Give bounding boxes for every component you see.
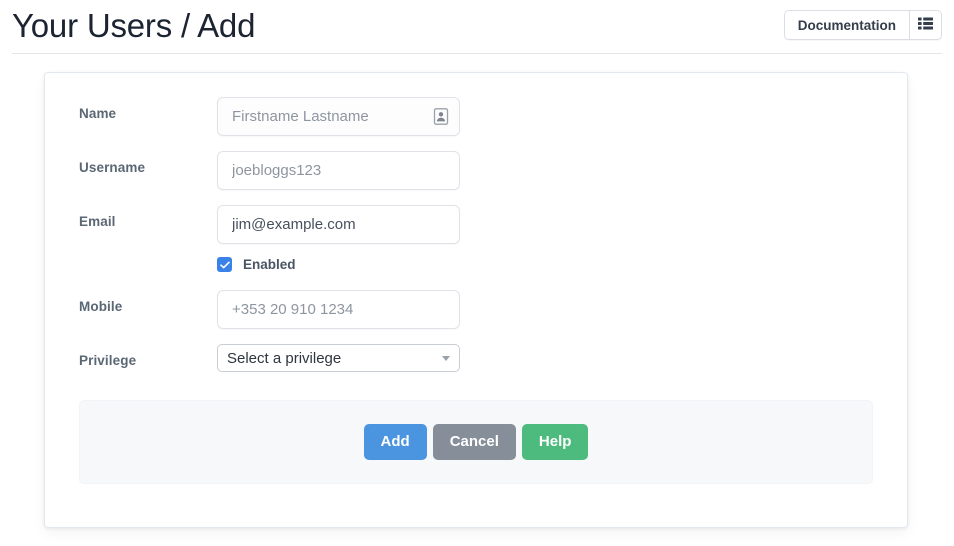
- field-wrapper-email: [217, 205, 460, 244]
- check-icon: [219, 261, 230, 268]
- field-wrapper-name: [217, 97, 460, 136]
- label-mobile: Mobile: [79, 299, 123, 314]
- form-row-email: Email: [79, 205, 873, 244]
- documentation-button-group[interactable]: Documentation: [783, 10, 942, 40]
- page-title: Your Users / Add: [12, 7, 256, 44]
- add-button[interactable]: Add: [363, 424, 427, 460]
- field-wrapper-privilege: Select a privilege: [217, 344, 460, 372]
- email-input[interactable]: [217, 205, 460, 244]
- help-button[interactable]: Help: [521, 424, 589, 460]
- mobile-input[interactable]: [217, 290, 460, 329]
- add-user-card: Name Username: [44, 72, 908, 528]
- form-row-username: Username: [79, 151, 873, 190]
- username-input[interactable]: [217, 151, 460, 190]
- documentation-button[interactable]: Documentation: [784, 11, 909, 39]
- privilege-select-wrapper: Select a privilege: [217, 344, 460, 372]
- card-wrapper: Name Username: [0, 54, 954, 528]
- page-header: Your Users / Add Documentation: [0, 0, 954, 54]
- field-wrapper-username: [217, 151, 460, 190]
- list-view-button[interactable]: [909, 11, 941, 39]
- form-row-privilege: Privilege Select a privilege: [79, 344, 873, 372]
- page-root: Your Users / Add Documentation Name Firs…: [0, 0, 954, 546]
- form-actions-panel: Add Cancel Help: [79, 400, 873, 484]
- label-username: Username: [79, 160, 146, 175]
- list-icon: [918, 17, 933, 33]
- form-row-mobile: Mobile: [79, 290, 873, 329]
- enabled-checkbox-row[interactable]: Enabled: [79, 257, 873, 272]
- label-privilege: Privilege: [79, 353, 137, 368]
- privilege-select[interactable]: Select a privilege: [217, 344, 460, 372]
- label-email: Email: [79, 214, 116, 229]
- header-divider: [12, 53, 942, 54]
- enabled-checkbox[interactable]: [217, 257, 232, 272]
- name-input[interactable]: [217, 97, 460, 136]
- label-name: Name: [79, 106, 117, 121]
- form-row-name: Name: [79, 97, 873, 136]
- field-wrapper-mobile: [217, 290, 460, 329]
- header-actions: Documentation: [783, 10, 942, 40]
- cancel-button[interactable]: Cancel: [432, 424, 516, 460]
- enabled-label: Enabled: [243, 257, 296, 272]
